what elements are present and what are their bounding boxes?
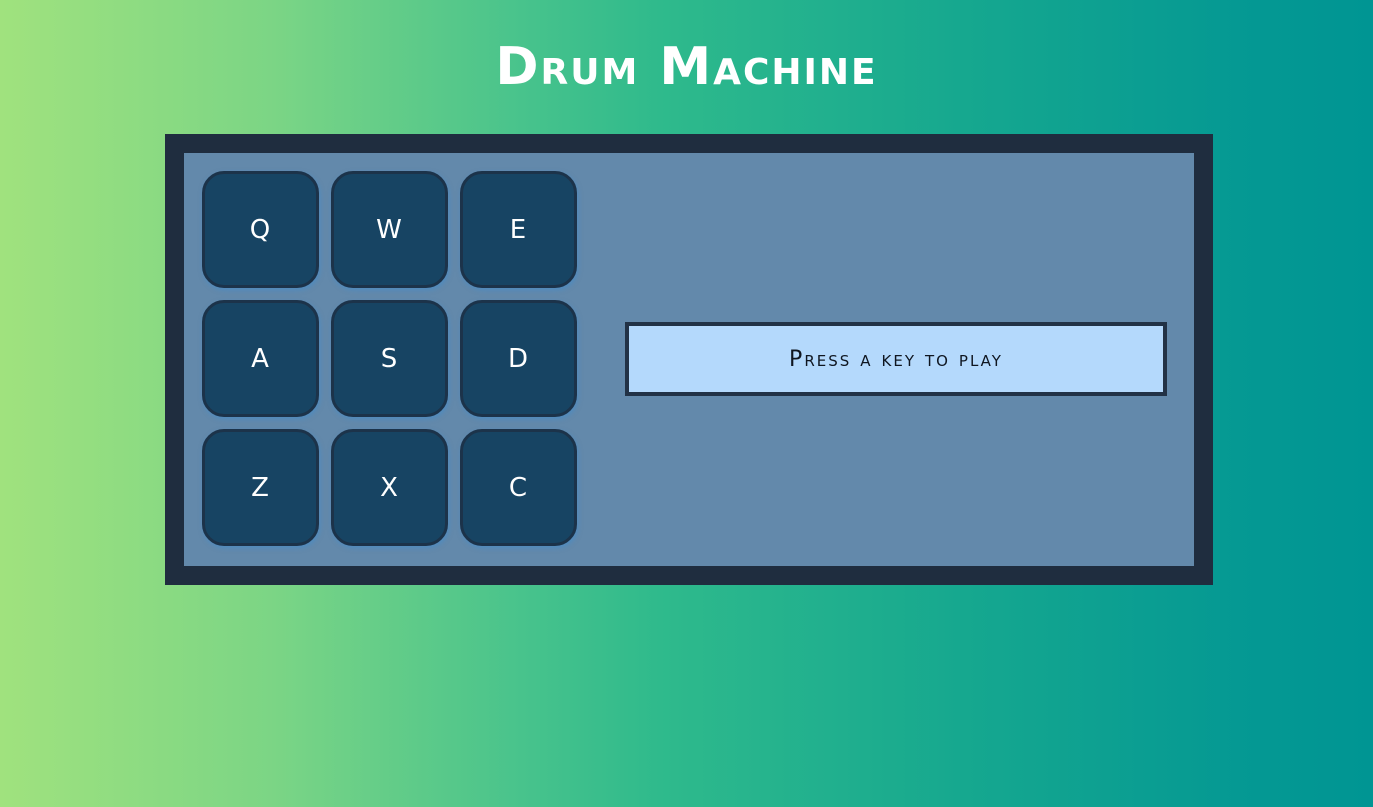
drum-pad-c[interactable]: C	[460, 429, 577, 546]
drum-pad-a[interactable]: A	[202, 300, 319, 417]
drum-machine: Q W E A S D Z X C Press a key to play	[165, 134, 1213, 585]
drum-pad-w[interactable]: W	[331, 171, 448, 288]
display-text: Press a key to play	[789, 346, 1003, 372]
drum-pad-e[interactable]: E	[460, 171, 577, 288]
drum-machine-panel: Q W E A S D Z X C Press a key to play	[184, 153, 1194, 566]
drum-pad-x[interactable]: X	[331, 429, 448, 546]
drum-pad-grid: Q W E A S D Z X C	[202, 171, 577, 546]
drum-pad-d[interactable]: D	[460, 300, 577, 417]
drum-pad-s[interactable]: S	[331, 300, 448, 417]
display-panel: Press a key to play	[625, 322, 1167, 396]
drum-pad-q[interactable]: Q	[202, 171, 319, 288]
page-title: Drum Machine	[495, 37, 878, 97]
drum-pad-z[interactable]: Z	[202, 429, 319, 546]
